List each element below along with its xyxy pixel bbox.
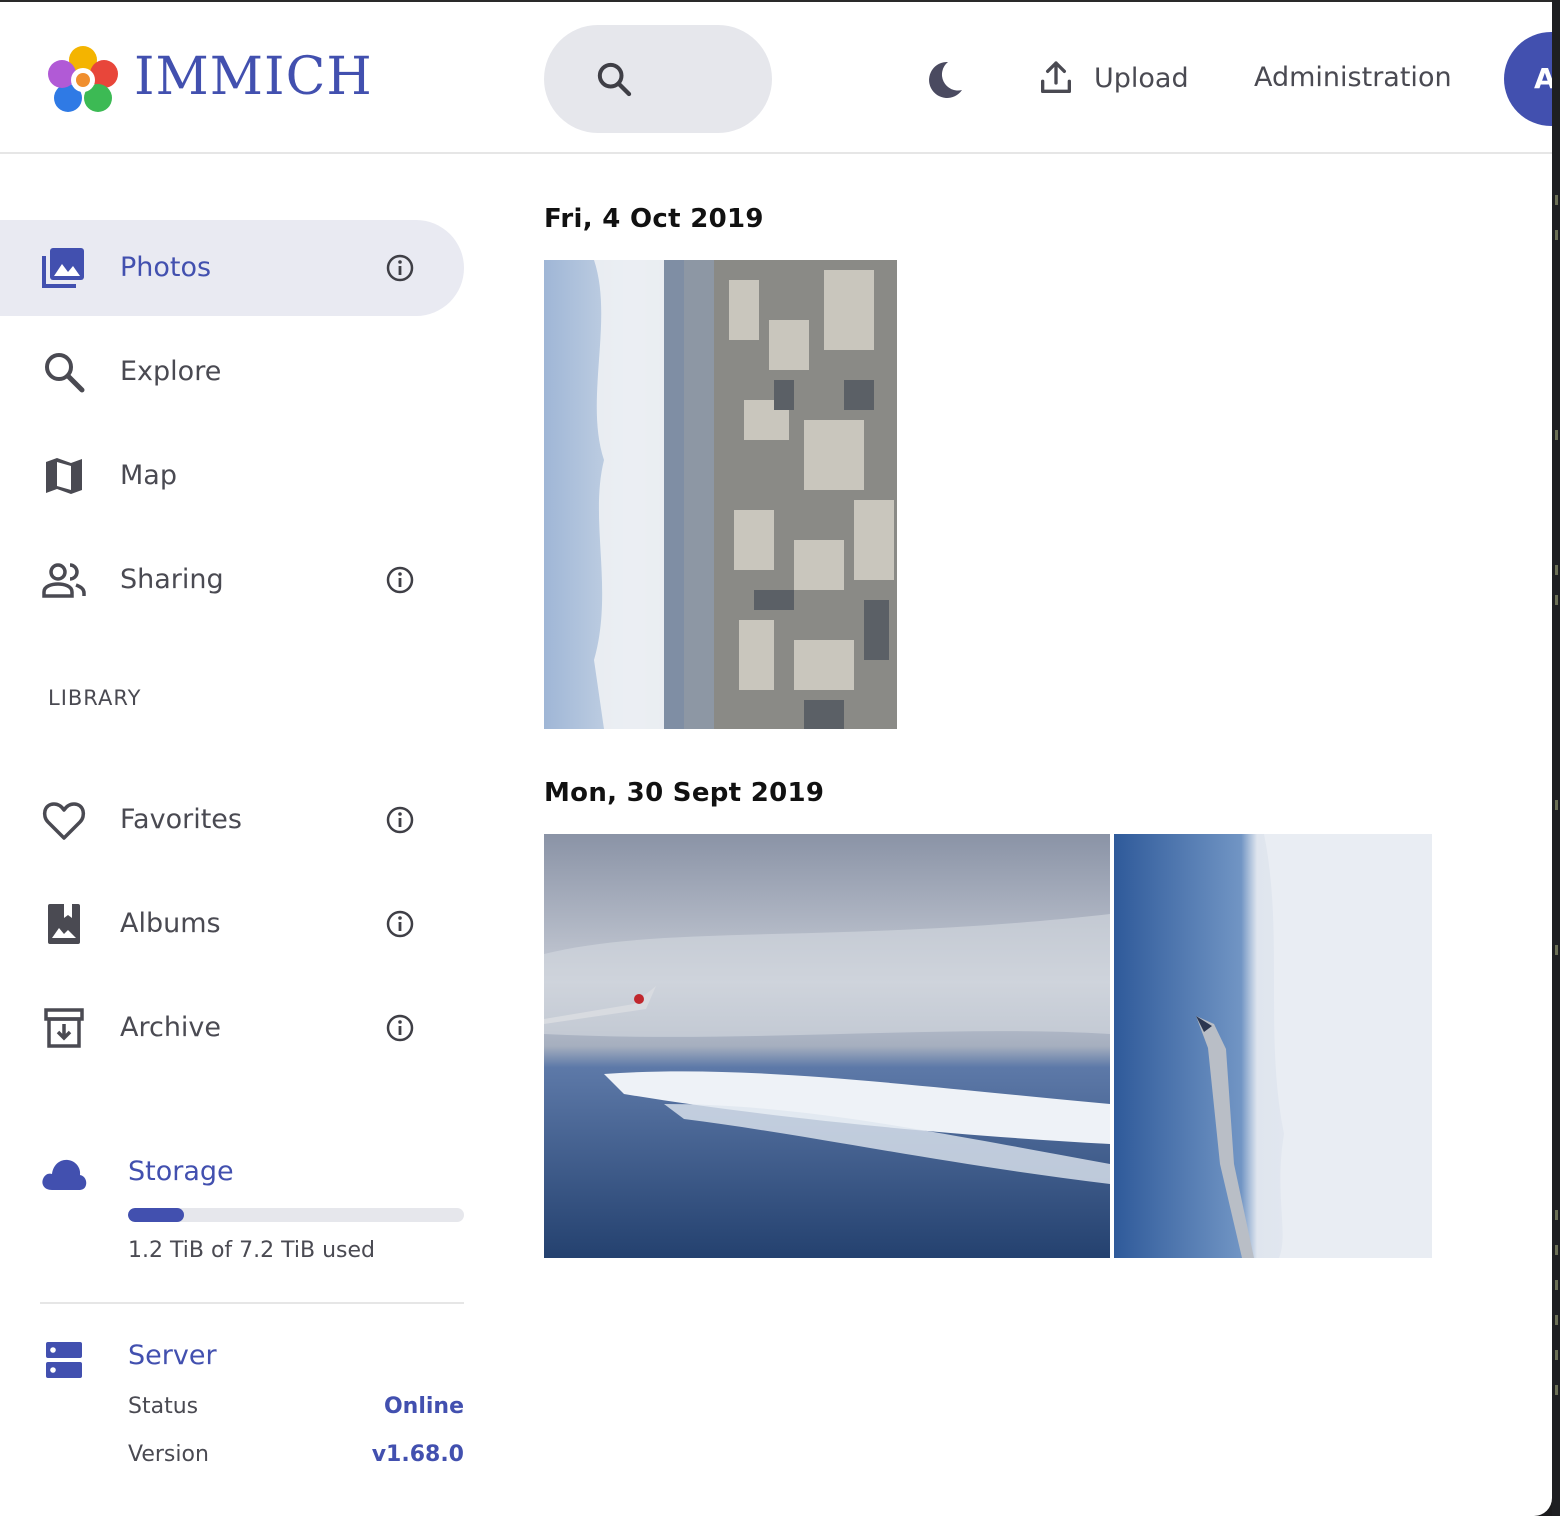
server-status-value: Online <box>383 1394 464 1419</box>
sidebar-item-label: Map <box>120 460 177 491</box>
storage-title: Storage <box>128 1156 234 1187</box>
sidebar-divider <box>40 1302 464 1304</box>
server-version-value[interactable]: v1.68.0 <box>372 1442 464 1467</box>
window-edge-strip <box>1552 0 1560 1516</box>
sidebar-item-label: Explore <box>120 356 222 387</box>
date-group-heading[interactable]: Mon, 30 Sept 2019 <box>544 778 824 808</box>
photo-thumbnail <box>544 834 1110 1258</box>
sidebar-item-albums[interactable]: Albums <box>0 876 464 972</box>
server-status-label: Status <box>128 1394 199 1419</box>
date-group-heading[interactable]: Fri, 4 Oct 2019 <box>544 204 764 234</box>
upload-button[interactable]: Upload <box>1036 52 1189 104</box>
administration-link[interactable]: Administration <box>1254 60 1452 96</box>
sidebar-item-photos[interactable]: Photos <box>0 220 464 316</box>
map-icon <box>46 458 82 494</box>
info-icon[interactable] <box>384 252 416 284</box>
immich-logo-icon[interactable] <box>46 44 120 116</box>
photo-thumbnail <box>544 260 897 729</box>
sidebar-item-label: Albums <box>120 908 221 939</box>
album-icon <box>48 904 80 944</box>
server-icon <box>46 1342 82 1378</box>
sidebar-item-archive[interactable]: Archive <box>0 980 464 1076</box>
sidebar-item-sharing[interactable]: Sharing <box>0 532 464 628</box>
info-icon[interactable] <box>384 908 416 940</box>
photo-thumbnail <box>1114 834 1432 1258</box>
wing-over-clouds-photo[interactable] <box>544 834 1110 1258</box>
storage-progress-fill <box>128 1208 185 1222</box>
info-icon[interactable] <box>384 804 416 836</box>
search-icon <box>45 353 85 393</box>
info-icon[interactable] <box>384 1012 416 1044</box>
app-name[interactable]: IMMICH <box>134 46 373 108</box>
info-icon[interactable] <box>384 564 416 596</box>
sidebar-item-explore[interactable]: Explore <box>0 324 464 420</box>
upload-icon <box>1041 61 1071 94</box>
wing-vertical-photo[interactable] <box>1114 834 1432 1258</box>
cloud-icon <box>42 1159 87 1190</box>
app-window: IMMICH Upload Administration A <box>0 0 1552 1516</box>
search-icon <box>597 62 632 97</box>
sidebar-item-label: Favorites <box>120 804 242 835</box>
storage-progress-bar <box>128 1208 464 1222</box>
server-status-row: Status Online <box>128 1394 464 1419</box>
storage-usage-text: 1.2 TiB of 7.2 TiB used <box>128 1238 375 1263</box>
server-version-label: Version <box>128 1442 209 1467</box>
upload-label: Upload <box>1094 62 1189 94</box>
photos-icon <box>42 248 84 288</box>
top-navigation-bar: IMMICH Upload Administration A <box>0 2 1552 154</box>
server-version-row: Version v1.68.0 <box>128 1442 464 1467</box>
sidebar-item-label: Sharing <box>120 564 224 595</box>
sidebar-item-label: Photos <box>120 252 212 283</box>
sidebar-item-map[interactable]: Map <box>0 428 464 524</box>
people-icon <box>42 563 86 598</box>
city-aerial-photo[interactable] <box>544 260 897 729</box>
dark-mode-moon-icon[interactable] <box>918 56 966 104</box>
avatar-initial: A <box>1534 62 1552 95</box>
archive-icon <box>44 1008 84 1048</box>
sidebar-item-favorites[interactable]: Favorites <box>0 772 464 868</box>
server-title: Server <box>128 1340 217 1371</box>
heart-icon <box>42 802 86 840</box>
sidebar-item-label: Archive <box>120 1012 222 1043</box>
user-avatar[interactable]: A <box>1504 32 1552 126</box>
library-section-heading: LIBRARY <box>48 686 142 710</box>
search-button[interactable] <box>544 25 772 133</box>
